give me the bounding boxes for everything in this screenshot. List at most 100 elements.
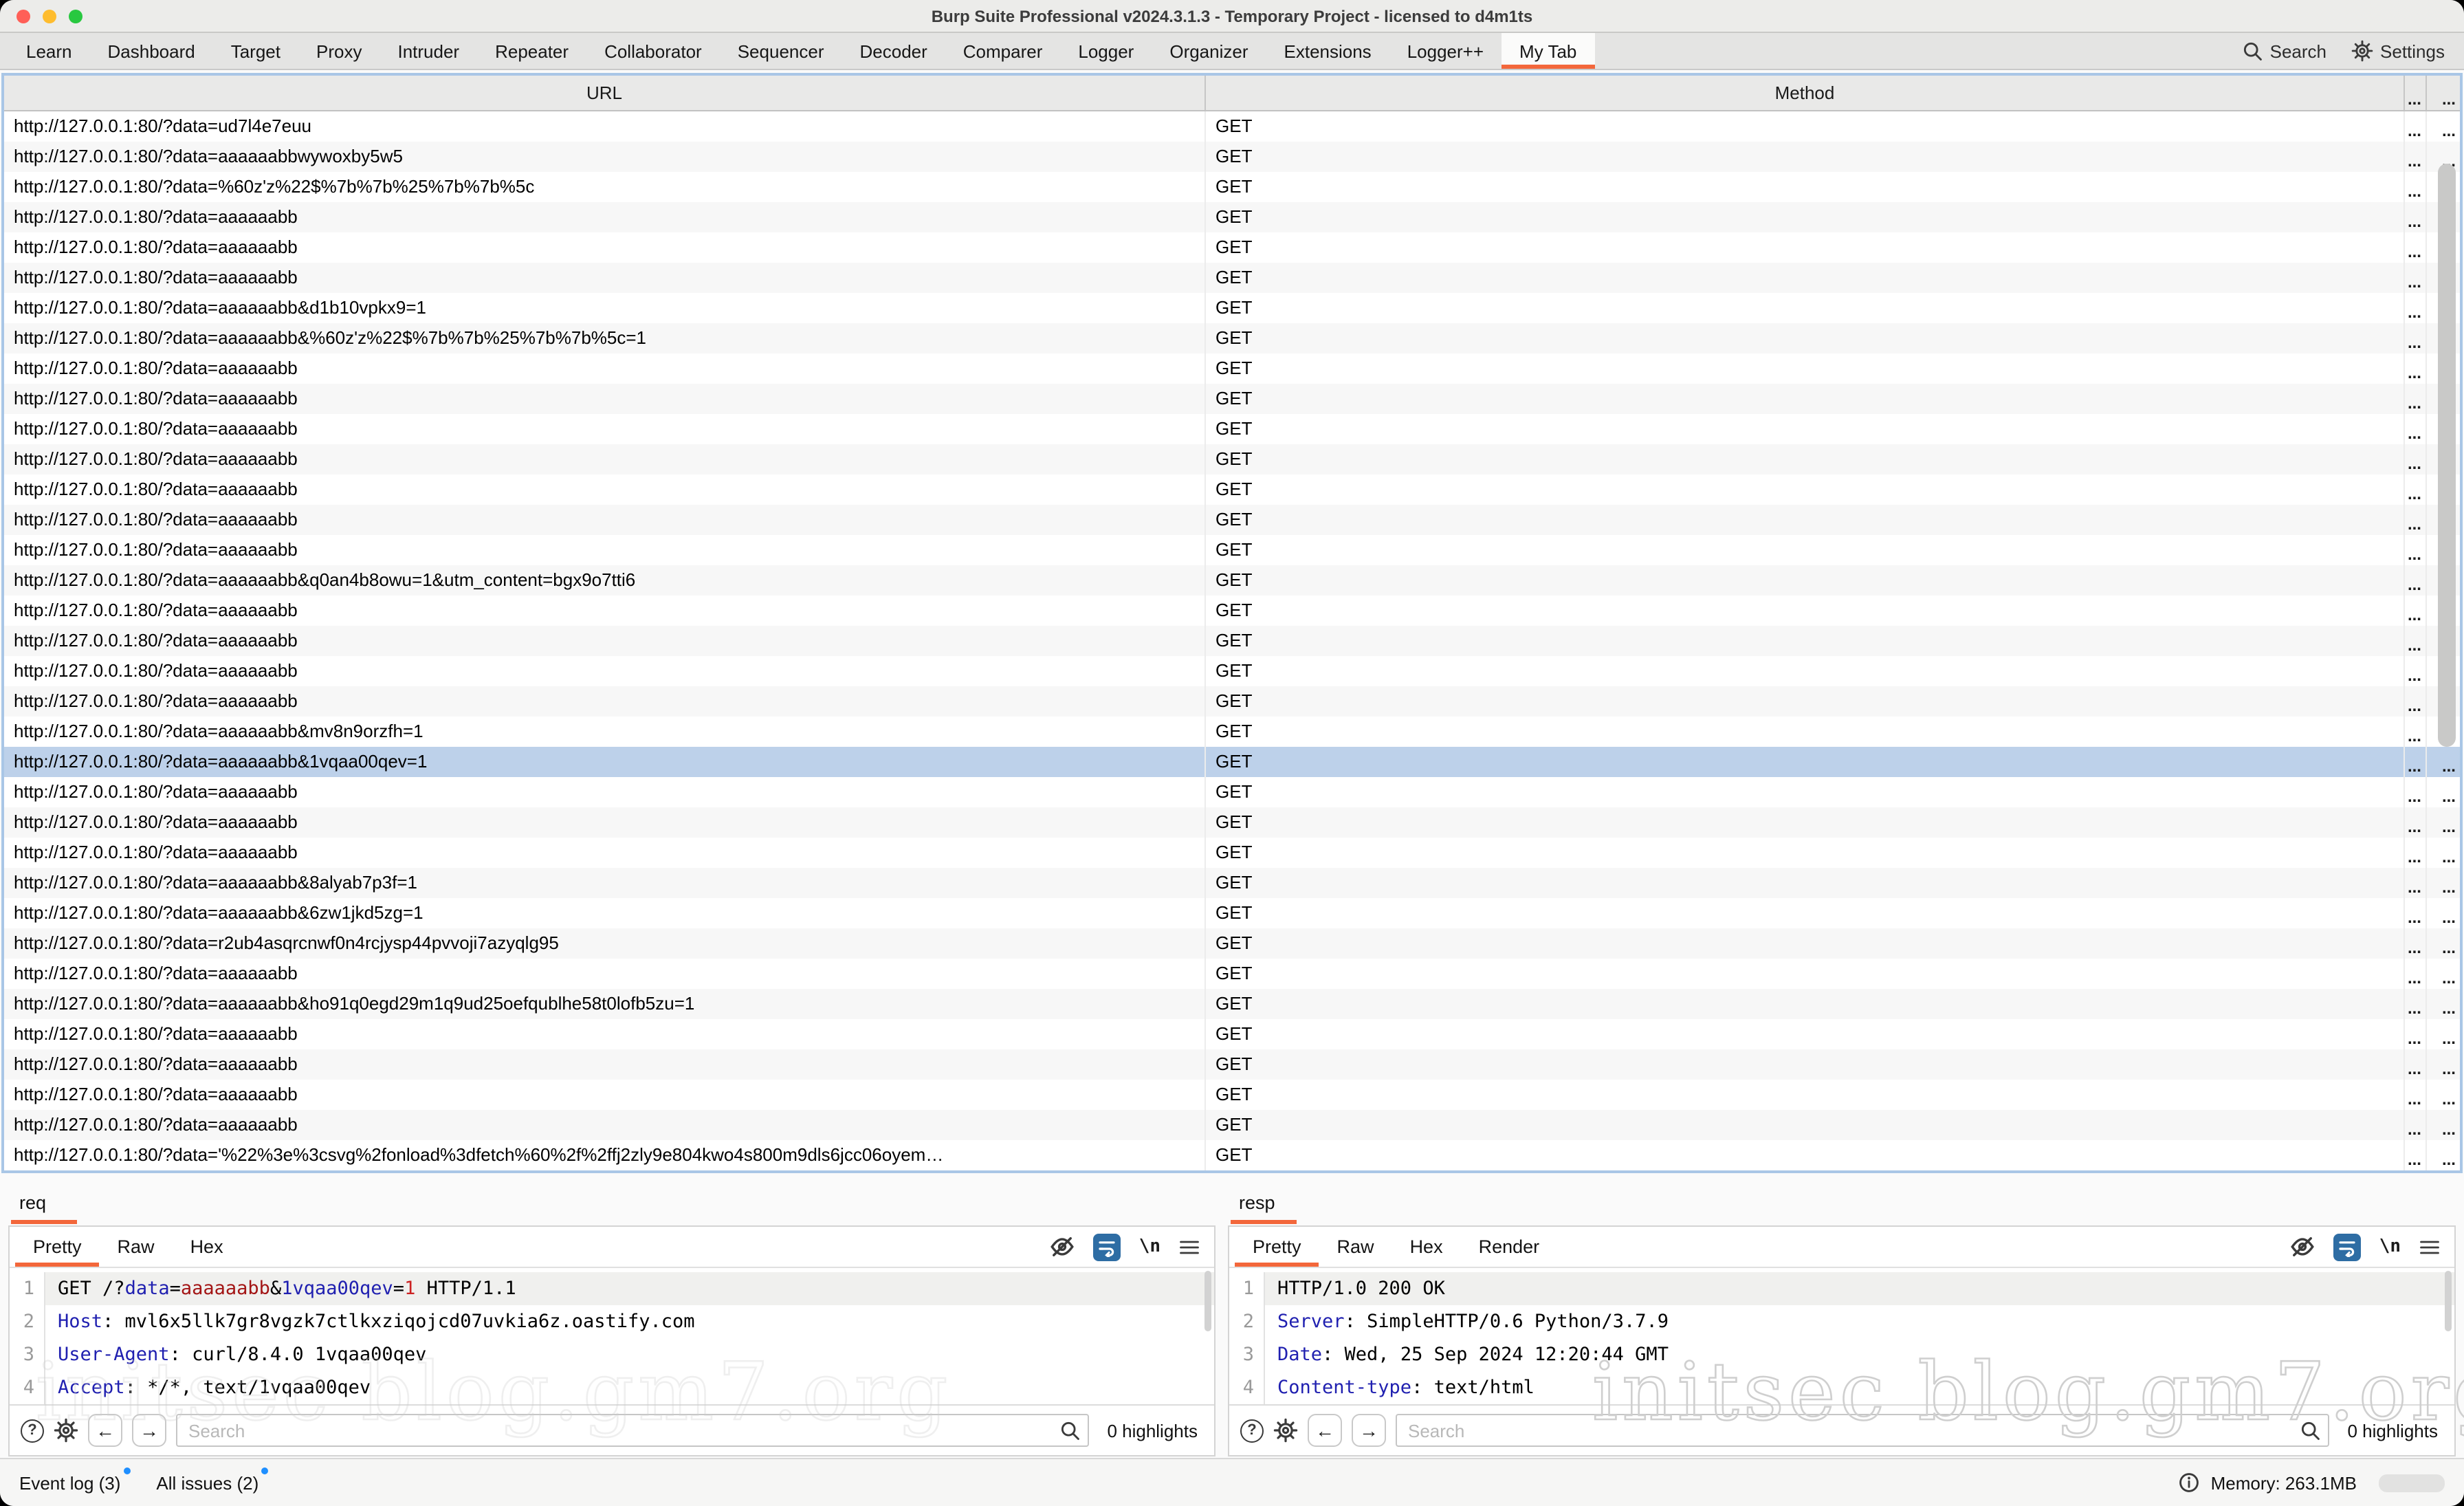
method-cell: GET (1206, 807, 2405, 838)
req-tab-hex[interactable]: Hex (173, 1227, 241, 1267)
table-row[interactable]: http://127.0.0.1:80/?data=aaaaaabb&ho91q… (4, 989, 2460, 1019)
tab-my-tab[interactable]: My Tab (1502, 33, 1594, 69)
column-header-extra2[interactable]: ... (2427, 76, 2460, 110)
table-row[interactable]: http://127.0.0.1:80/?data=aaaaaabbGET...… (4, 232, 2460, 263)
close-button[interactable] (16, 10, 30, 23)
extra-cell: ... (2405, 142, 2427, 172)
resp-tab-hex[interactable]: Hex (1392, 1227, 1461, 1267)
info-icon[interactable] (2178, 1472, 2200, 1494)
table-row[interactable]: http://127.0.0.1:80/?data=aaaaaabbGET...… (4, 263, 2460, 293)
table-row[interactable]: http://127.0.0.1:80/?data=aaaaaabbGET...… (4, 505, 2460, 535)
table-row[interactable]: http://127.0.0.1:80/?data=%60z'z%22$%7b%… (4, 172, 2460, 202)
event-log-button[interactable]: Event log (3) (19, 1472, 120, 1493)
table-row[interactable]: http://127.0.0.1:80/?data=aaaaaabbGET...… (4, 838, 2460, 868)
column-header-method[interactable]: Method (1206, 76, 2405, 110)
req-tab-pretty[interactable]: Pretty (15, 1227, 100, 1267)
all-issues-button[interactable]: All issues (2) (156, 1472, 258, 1493)
table-row[interactable]: http://127.0.0.1:80/?data=aaaaaabb&8alya… (4, 868, 2460, 898)
tab-extensions[interactable]: Extensions (1266, 33, 1389, 69)
table-row[interactable]: http://127.0.0.1:80/?data=aaaaaabbGET...… (4, 626, 2460, 656)
tab-intruder[interactable]: Intruder (380, 33, 477, 69)
prev-match-button[interactable]: ← (1308, 1414, 1342, 1447)
zoom-button[interactable] (69, 10, 82, 23)
table-row[interactable]: http://127.0.0.1:80/?data=aaaaaabbGET...… (4, 444, 2460, 474)
table-row[interactable]: http://127.0.0.1:80/?data=aaaaaabbGET...… (4, 959, 2460, 989)
response-scrollbar-thumb[interactable] (2445, 1271, 2452, 1331)
table-row[interactable]: http://127.0.0.1:80/?data=aaaaaabbGET...… (4, 414, 2460, 444)
settings-button[interactable]: Settings (2351, 40, 2445, 62)
table-row[interactable]: http://127.0.0.1:80/?data=aaaaaabbGET...… (4, 353, 2460, 384)
code-token: : curl/8.4.0 1vqaa00qev (170, 1344, 427, 1366)
menu-icon[interactable] (2419, 1236, 2441, 1258)
resp-tab-pretty[interactable]: Pretty (1235, 1227, 1319, 1267)
menu-icon[interactable] (1178, 1236, 1200, 1258)
word-wrap-toggle[interactable] (2334, 1233, 2362, 1261)
table-row[interactable]: http://127.0.0.1:80/?data=aaaaaabb&d1b10… (4, 293, 2460, 323)
tab-collaborator[interactable]: Collaborator (586, 33, 720, 69)
extra-cell: ... (2405, 747, 2427, 777)
tab-organizer[interactable]: Organizer (1152, 33, 1266, 69)
column-header-extra1[interactable]: ... (2405, 76, 2427, 110)
table-row[interactable]: http://127.0.0.1:80/?data=aaaaaabbwywoxb… (4, 142, 2460, 172)
method-cell: GET (1206, 989, 2405, 1019)
response-panel-tab[interactable]: resp (1239, 1192, 1275, 1213)
table-scrollbar-thumb[interactable] (2438, 164, 2456, 747)
next-match-button[interactable]: → (1352, 1414, 1386, 1447)
prev-match-button[interactable]: ← (88, 1414, 122, 1447)
tab-dashboard[interactable]: Dashboard (90, 33, 213, 69)
request-panel-tab[interactable]: req (19, 1192, 46, 1213)
request-search-input[interactable] (176, 1414, 1089, 1447)
table-row[interactable]: http://127.0.0.1:80/?data=aaaaaabbGET...… (4, 474, 2460, 505)
search-settings-gear-icon[interactable] (54, 1418, 78, 1443)
table-row[interactable]: http://127.0.0.1:80/?data=aaaaaabbGET...… (4, 777, 2460, 807)
search-settings-gear-icon[interactable] (1273, 1418, 1298, 1443)
newline-toggle[interactable]: \n (2379, 1236, 2401, 1257)
table-row[interactable]: http://127.0.0.1:80/?data=aaaaaabbGET...… (4, 596, 2460, 626)
minimize-button[interactable] (43, 10, 56, 23)
response-editor-tablist: PrettyRawHexRender (1235, 1227, 1557, 1267)
tab-comparer[interactable]: Comparer (945, 33, 1061, 69)
req-tab-raw[interactable]: Raw (100, 1227, 173, 1267)
word-wrap-toggle[interactable] (1094, 1233, 1121, 1261)
table-row[interactable]: http://127.0.0.1:80/?data=aaaaaabbGET...… (4, 1110, 2460, 1140)
tab-repeater[interactable]: Repeater (477, 33, 586, 69)
table-row[interactable]: http://127.0.0.1:80/?data=aaaaaabbGET...… (4, 807, 2460, 838)
response-content[interactable]: 1HTTP/1.0 200 OK2Server: SimpleHTTP/0.6 … (1229, 1268, 2454, 1404)
table-row[interactable]: http://127.0.0.1:80/?data=aaaaaabb&%60z'… (4, 323, 2460, 353)
tab-learn[interactable]: Learn (8, 33, 90, 69)
table-row[interactable]: http://127.0.0.1:80/?data='%22%3e%3csvg%… (4, 1140, 2460, 1170)
table-row[interactable]: http://127.0.0.1:80/?data=aaaaaabb&6zw1j… (4, 898, 2460, 928)
tab-decoder[interactable]: Decoder (842, 33, 945, 69)
tab-logger[interactable]: Logger (1060, 33, 1152, 69)
table-row[interactable]: http://127.0.0.1:80/?data=aaaaaabb&1vqaa… (4, 747, 2460, 777)
newline-toggle[interactable]: \n (1139, 1236, 1160, 1257)
tab-proxy[interactable]: Proxy (298, 33, 380, 69)
hide-eye-icon[interactable] (2290, 1234, 2316, 1260)
help-icon[interactable]: ? (21, 1419, 44, 1442)
table-row[interactable]: http://127.0.0.1:80/?data=aaaaaabbGET...… (4, 1080, 2460, 1110)
table-row[interactable]: http://127.0.0.1:80/?data=aaaaaabb&q0an4… (4, 565, 2460, 596)
search-button[interactable]: Search (2241, 40, 2326, 62)
table-row[interactable]: http://127.0.0.1:80/?data=aaaaaabbGET...… (4, 1049, 2460, 1080)
table-row[interactable]: http://127.0.0.1:80/?data=aaaaaabbGET...… (4, 656, 2460, 686)
response-search-input[interactable] (1396, 1414, 2329, 1447)
table-row[interactable]: http://127.0.0.1:80/?data=r2ub4asqrcnwf0… (4, 928, 2460, 959)
table-row[interactable]: http://127.0.0.1:80/?data=ud7l4e7euuGET.… (4, 111, 2460, 142)
tab-target[interactable]: Target (213, 33, 298, 69)
table-row[interactable]: http://127.0.0.1:80/?data=aaaaaabbGET...… (4, 1019, 2460, 1049)
resp-tab-raw[interactable]: Raw (1319, 1227, 1392, 1267)
table-row[interactable]: http://127.0.0.1:80/?data=aaaaaabbGET...… (4, 686, 2460, 717)
next-match-button[interactable]: → (132, 1414, 166, 1447)
table-row[interactable]: http://127.0.0.1:80/?data=aaaaaabb&mv8n9… (4, 717, 2460, 747)
resp-tab-render[interactable]: Render (1461, 1227, 1558, 1267)
request-scrollbar-thumb[interactable] (1204, 1271, 1211, 1331)
request-content[interactable]: 1GET /?data=aaaaaabb&1vqaa00qev=1 HTTP/1… (10, 1268, 1214, 1404)
column-header-url[interactable]: URL (4, 76, 1206, 110)
table-row[interactable]: http://127.0.0.1:80/?data=aaaaaabbGET...… (4, 535, 2460, 565)
hide-eye-icon[interactable] (1050, 1234, 1076, 1260)
tab-logger[interactable]: Logger++ (1389, 33, 1502, 69)
table-row[interactable]: http://127.0.0.1:80/?data=aaaaaabbGET...… (4, 202, 2460, 232)
tab-sequencer[interactable]: Sequencer (720, 33, 842, 69)
help-icon[interactable]: ? (1240, 1419, 1264, 1442)
table-row[interactable]: http://127.0.0.1:80/?data=aaaaaabbGET...… (4, 384, 2460, 414)
